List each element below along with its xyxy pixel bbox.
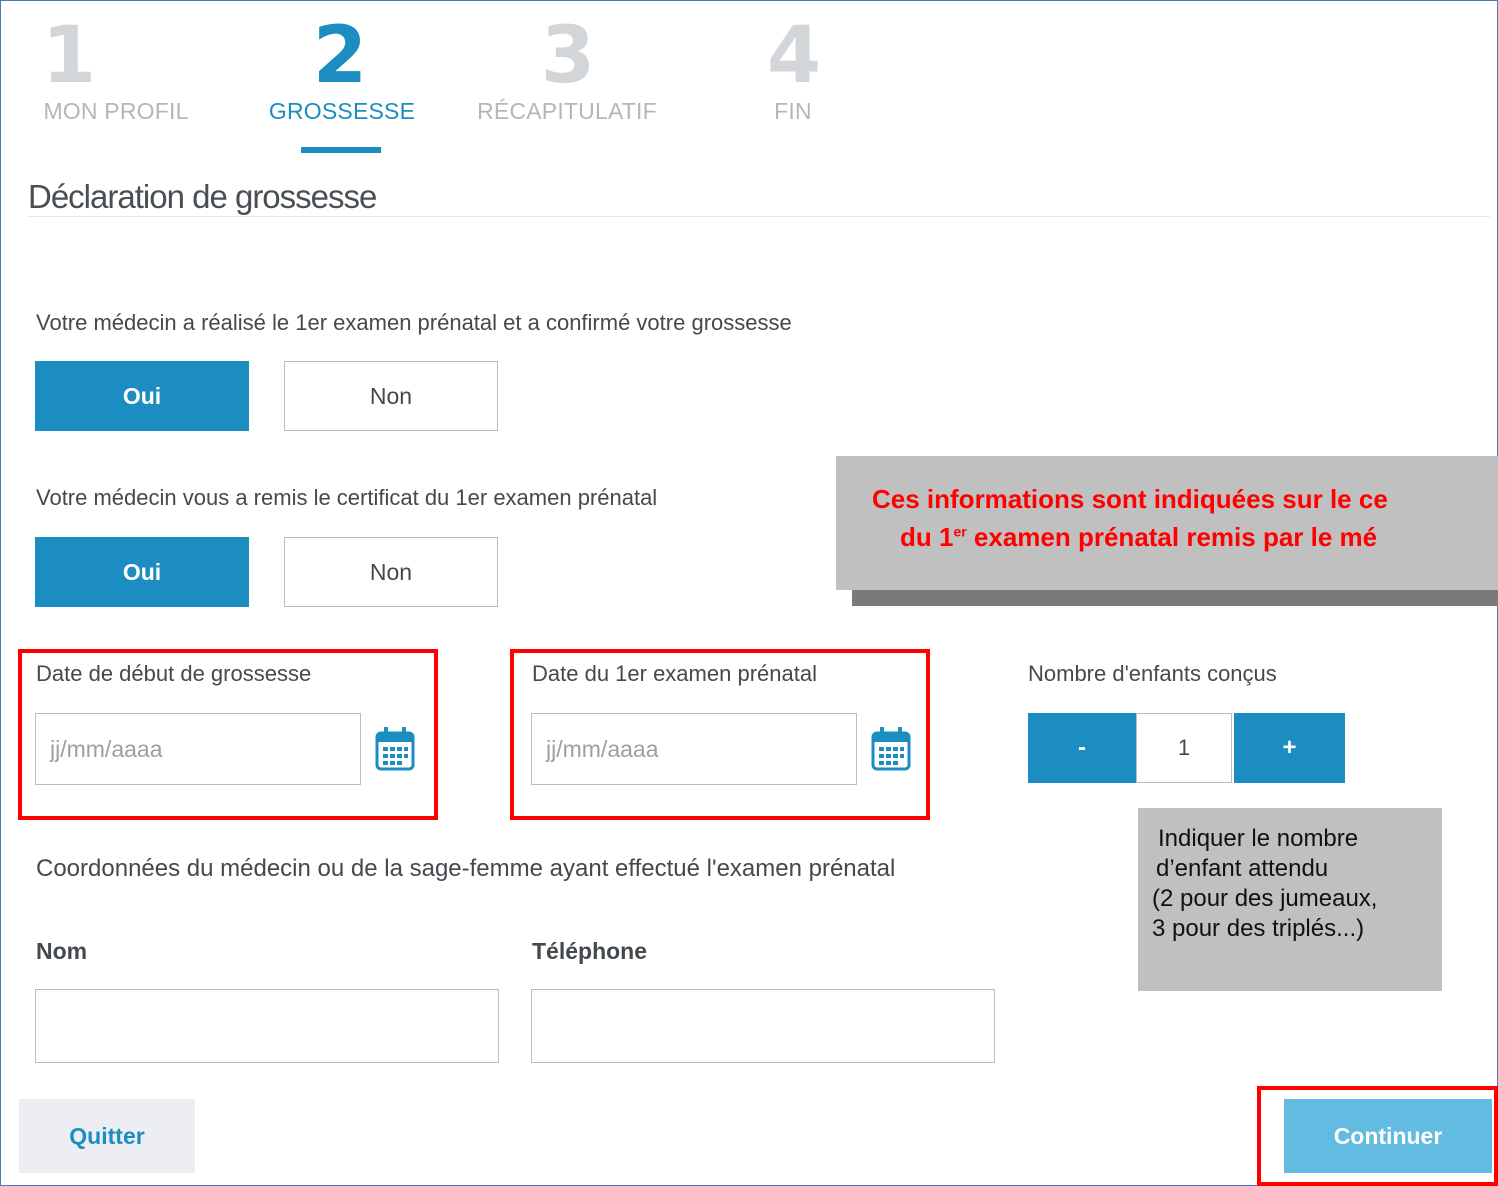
step-number: 3 (540, 11, 596, 101)
page-title: Déclaration de grossesse (28, 178, 377, 215)
calendar-icon[interactable] (375, 726, 415, 772)
step-number: 1 (41, 11, 97, 101)
children-count-value[interactable]: 1 (1136, 713, 1232, 783)
start-date-label: Date de début de grossesse (36, 661, 312, 686)
step-label: FIN (774, 98, 812, 124)
start-date-input[interactable]: jj/mm/aaaa (35, 713, 361, 785)
practitioner-name-input[interactable] (35, 989, 499, 1063)
step-number: 2 (312, 11, 368, 101)
question-exam-confirmed-label: Votre médecin a réalisé le 1er examen pr… (36, 310, 792, 335)
certificate-yes-button[interactable]: Oui (35, 537, 249, 607)
quit-button[interactable]: Quitter (19, 1099, 195, 1173)
question-certificate-label: Votre médecin vous a remis le certificat… (36, 485, 658, 510)
note-line: Indiquer le nombre (1158, 825, 1359, 852)
name-label: Nom (36, 938, 88, 964)
divider (28, 216, 1490, 217)
note-line: (2 pour des jumeaux, (1152, 885, 1378, 912)
practitioner-section-title: Coordonnées du médecin ou de la sage-fem… (36, 855, 896, 882)
practitioner-phone-input[interactable] (531, 989, 995, 1063)
step-label: GROSSESSE (268, 98, 416, 124)
note-line: d’enfant attendu (1156, 855, 1329, 882)
calendar-icon[interactable] (871, 726, 911, 772)
step-label: RÉCAPITULATIF (477, 98, 657, 124)
exam-confirmed-no-button[interactable]: Non (284, 361, 498, 431)
step-mon-profil[interactable]: 1 MON PROFIL (26, 14, 206, 125)
children-note: Indiquer le nombre d’enfant attendu (2 p… (1138, 808, 1442, 991)
active-step-indicator (301, 147, 381, 153)
exam-confirmed-yes-button[interactable]: Oui (35, 361, 249, 431)
info-callout: Ces informations sont indiquées sur le c… (836, 456, 1498, 590)
exam-date-input[interactable]: jj/mm/aaaa (531, 713, 857, 785)
step-recapitulatif[interactable]: 3 RÉCAPITULATIF (477, 14, 657, 125)
step-fin[interactable]: 4 FIN (703, 14, 883, 125)
step-grossesse[interactable]: 2 GROSSESSE (252, 14, 432, 125)
callout-line-2-prefix: du 1 (900, 522, 954, 552)
step-number: 4 (766, 11, 822, 101)
decrement-button[interactable]: - (1028, 713, 1136, 783)
step-label: MON PROFIL (43, 98, 189, 124)
certificate-no-button[interactable]: Non (284, 537, 498, 607)
callout-line-2: du 1er examen prénatal remis par le mé (900, 522, 1377, 553)
increment-button[interactable]: + (1234, 713, 1345, 783)
callout-line-2-suffix: examen prénatal remis par le mé (966, 522, 1378, 552)
note-line: 3 pour des triplés...) (1152, 915, 1365, 942)
callout-line-1: Ces informations sont indiquées sur le c… (872, 484, 1388, 514)
children-count-label: Nombre d'enfants conçus (1028, 661, 1277, 686)
continue-button[interactable]: Continuer (1284, 1099, 1492, 1173)
callout-superscript: er (953, 523, 967, 540)
exam-date-label: Date du 1er examen prénatal (532, 661, 817, 686)
phone-label: Téléphone (532, 938, 648, 964)
